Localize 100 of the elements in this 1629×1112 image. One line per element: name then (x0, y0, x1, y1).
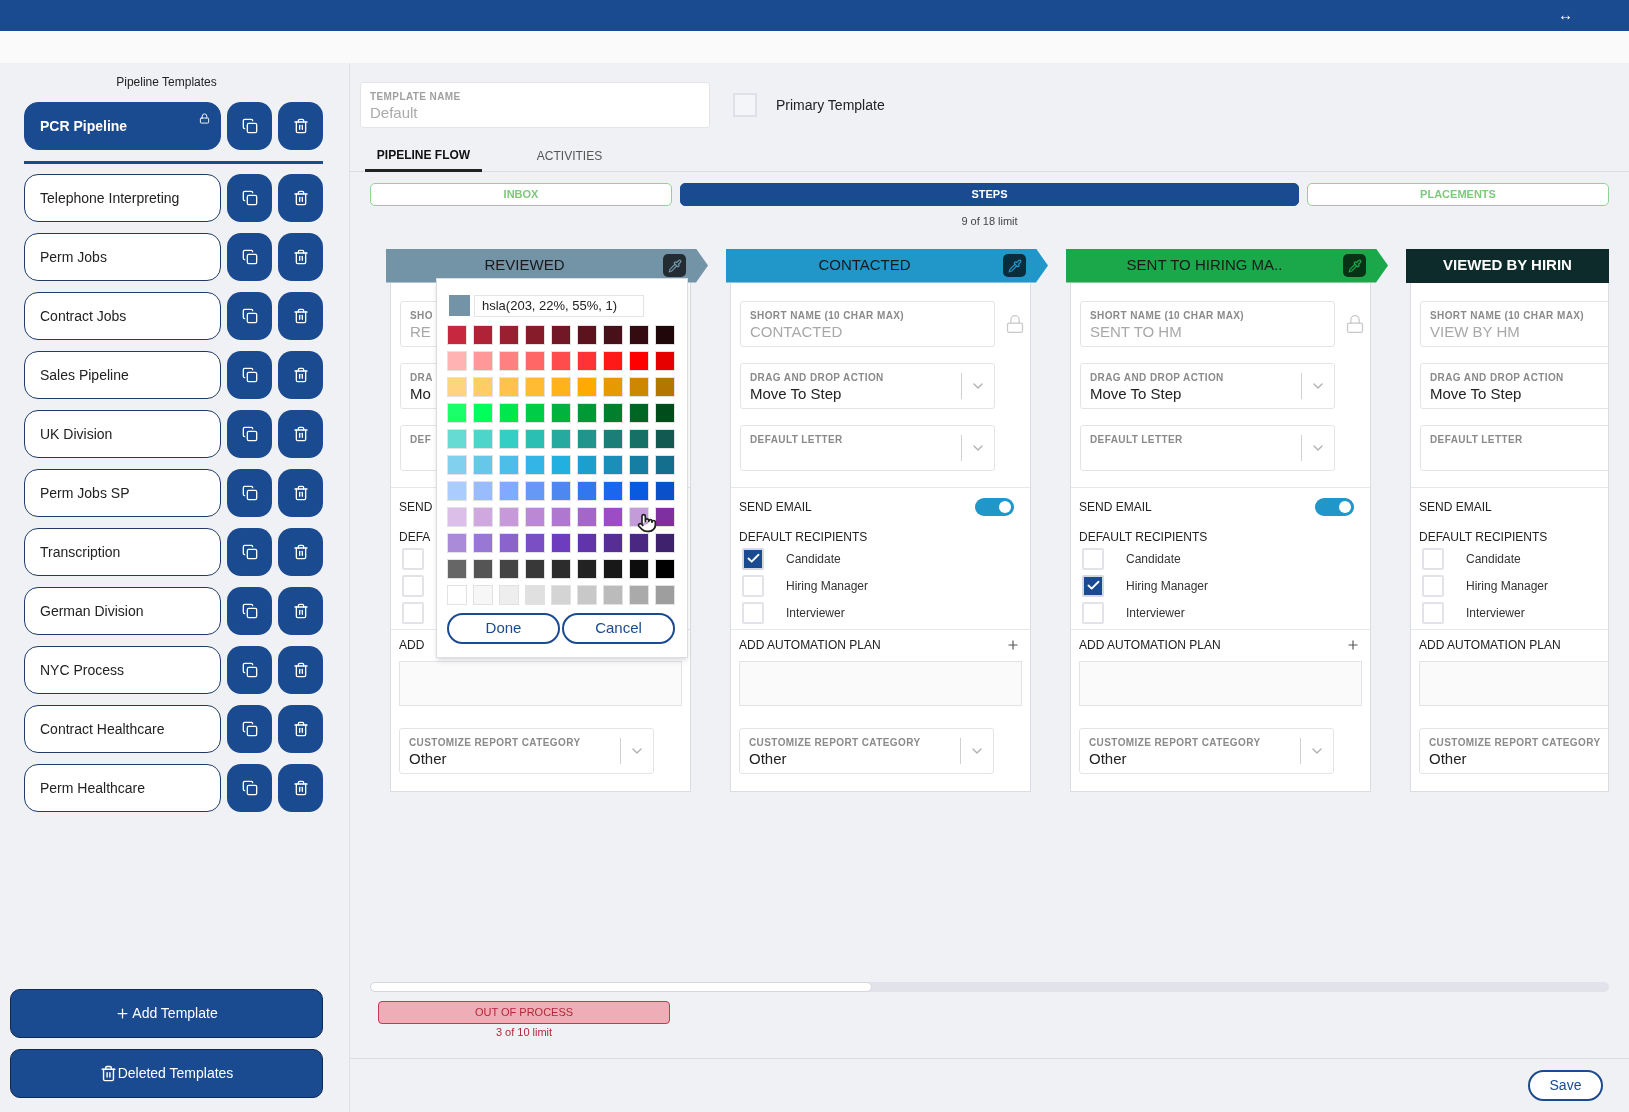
copy-button[interactable] (227, 764, 272, 812)
checkbox[interactable] (1082, 601, 1104, 624)
checkbox[interactable] (402, 547, 424, 570)
color-swatch[interactable] (447, 402, 467, 423)
delete-button[interactable] (278, 174, 323, 222)
color-swatch[interactable] (499, 558, 519, 579)
color-swatch[interactable] (655, 428, 675, 449)
color-swatch[interactable] (525, 506, 545, 527)
checkbox[interactable] (1082, 574, 1104, 597)
color-swatch[interactable] (525, 480, 545, 501)
copy-button[interactable] (227, 705, 272, 753)
delete-button[interactable] (278, 351, 323, 399)
color-swatch[interactable] (629, 532, 649, 553)
horizontal-scrollbar[interactable] (370, 982, 1609, 992)
tab[interactable]: ACTIVITIES (511, 140, 628, 172)
done-button[interactable]: Done (447, 612, 560, 644)
color-swatch[interactable] (473, 376, 493, 397)
color-swatch[interactable] (629, 454, 649, 475)
add-template-button[interactable]: Add Template (10, 989, 323, 1038)
color-swatch[interactable] (525, 324, 545, 345)
plus-icon[interactable] (1006, 637, 1020, 652)
copy-button[interactable] (227, 233, 272, 281)
color-swatch[interactable] (551, 480, 571, 501)
send-email-toggle[interactable] (1315, 497, 1354, 516)
color-swatch[interactable] (655, 454, 675, 475)
color-swatch[interactable] (525, 428, 545, 449)
color-swatch[interactable] (577, 532, 597, 553)
color-swatch[interactable] (473, 324, 493, 345)
eyedropper-button[interactable] (1003, 254, 1026, 277)
color-swatch[interactable] (577, 584, 597, 605)
delete-button[interactable] (278, 587, 323, 635)
color-swatch[interactable] (499, 324, 519, 345)
template-button[interactable]: UK Division (24, 410, 221, 458)
color-swatch[interactable] (551, 532, 571, 553)
step-header[interactable]: REVIEWED (386, 248, 708, 283)
template-button[interactable]: PCR Pipeline (24, 102, 221, 150)
checkbox[interactable] (402, 574, 424, 597)
color-swatch[interactable] (499, 402, 519, 423)
color-swatch[interactable] (447, 506, 467, 527)
color-swatch[interactable] (447, 584, 467, 605)
color-swatch[interactable] (447, 376, 467, 397)
delete-button[interactable] (278, 528, 323, 576)
checkbox[interactable] (1422, 547, 1444, 570)
color-swatch[interactable] (577, 454, 597, 475)
color-swatch[interactable] (603, 350, 623, 371)
step-header[interactable]: VIEWED BY HIRIN (1406, 248, 1609, 283)
checkbox[interactable] (1082, 547, 1104, 570)
color-swatch[interactable] (655, 324, 675, 345)
color-swatch[interactable] (655, 376, 675, 397)
send-email-toggle[interactable] (975, 497, 1014, 516)
template-button[interactable]: Perm Healthcare (24, 764, 221, 812)
color-swatch[interactable] (525, 376, 545, 397)
eyedropper-button[interactable] (1343, 254, 1366, 277)
drag-drop-action-field[interactable]: DRAG AND DROP ACTION Move To Step (1080, 362, 1335, 409)
color-swatch[interactable] (499, 454, 519, 475)
color-swatch[interactable] (629, 558, 649, 579)
template-button[interactable]: NYC Process (24, 646, 221, 694)
color-swatch[interactable] (525, 350, 545, 371)
color-swatch[interactable] (629, 376, 649, 397)
color-swatch[interactable] (499, 350, 519, 371)
checkbox[interactable] (742, 547, 764, 570)
delete-button[interactable] (278, 764, 323, 812)
color-swatch[interactable] (473, 532, 493, 553)
drag-drop-action-field[interactable]: DRAG AND DROP ACTION Move To Step (740, 362, 995, 409)
template-button[interactable]: Perm Jobs (24, 233, 221, 281)
color-swatch[interactable] (603, 428, 623, 449)
copy-button[interactable] (227, 174, 272, 222)
color-swatch[interactable] (603, 454, 623, 475)
color-swatch[interactable] (577, 506, 597, 527)
color-swatch[interactable] (577, 558, 597, 579)
checkbox[interactable] (742, 601, 764, 624)
color-swatch[interactable] (473, 558, 493, 579)
tab[interactable]: PIPELINE FLOW (365, 140, 482, 172)
template-button[interactable]: Contract Healthcare (24, 705, 221, 753)
copy-button[interactable] (227, 292, 272, 340)
color-swatch[interactable] (577, 402, 597, 423)
color-swatch[interactable] (551, 506, 571, 527)
checkbox[interactable] (402, 601, 424, 624)
color-swatch[interactable] (447, 428, 467, 449)
color-value-field[interactable]: hsla(203, 22%, 55%, 1) (474, 294, 644, 317)
color-swatch[interactable] (603, 506, 623, 527)
color-swatch[interactable] (655, 350, 675, 371)
color-swatch[interactable] (551, 454, 571, 475)
delete-button[interactable] (278, 469, 323, 517)
color-swatch[interactable] (525, 558, 545, 579)
expand-toggle[interactable]: ↔ (1558, 4, 1573, 27)
color-swatch[interactable] (499, 506, 519, 527)
out-of-process-button[interactable]: OUT OF PROCESS (378, 1001, 670, 1024)
report-category-field[interactable]: CUSTOMIZE REPORT CATEGORY Other (1419, 727, 1608, 774)
color-swatch[interactable] (525, 454, 545, 475)
color-swatch[interactable] (629, 402, 649, 423)
cancel-button[interactable]: Cancel (562, 612, 675, 644)
color-swatch[interactable] (473, 506, 493, 527)
template-button[interactable]: Transcription (24, 528, 221, 576)
eyedropper-button[interactable] (663, 254, 686, 277)
color-swatch[interactable] (655, 506, 675, 527)
delete-button[interactable] (278, 705, 323, 753)
color-swatch[interactable] (447, 454, 467, 475)
template-button[interactable]: Sales Pipeline (24, 351, 221, 399)
color-swatch[interactable] (629, 584, 649, 605)
